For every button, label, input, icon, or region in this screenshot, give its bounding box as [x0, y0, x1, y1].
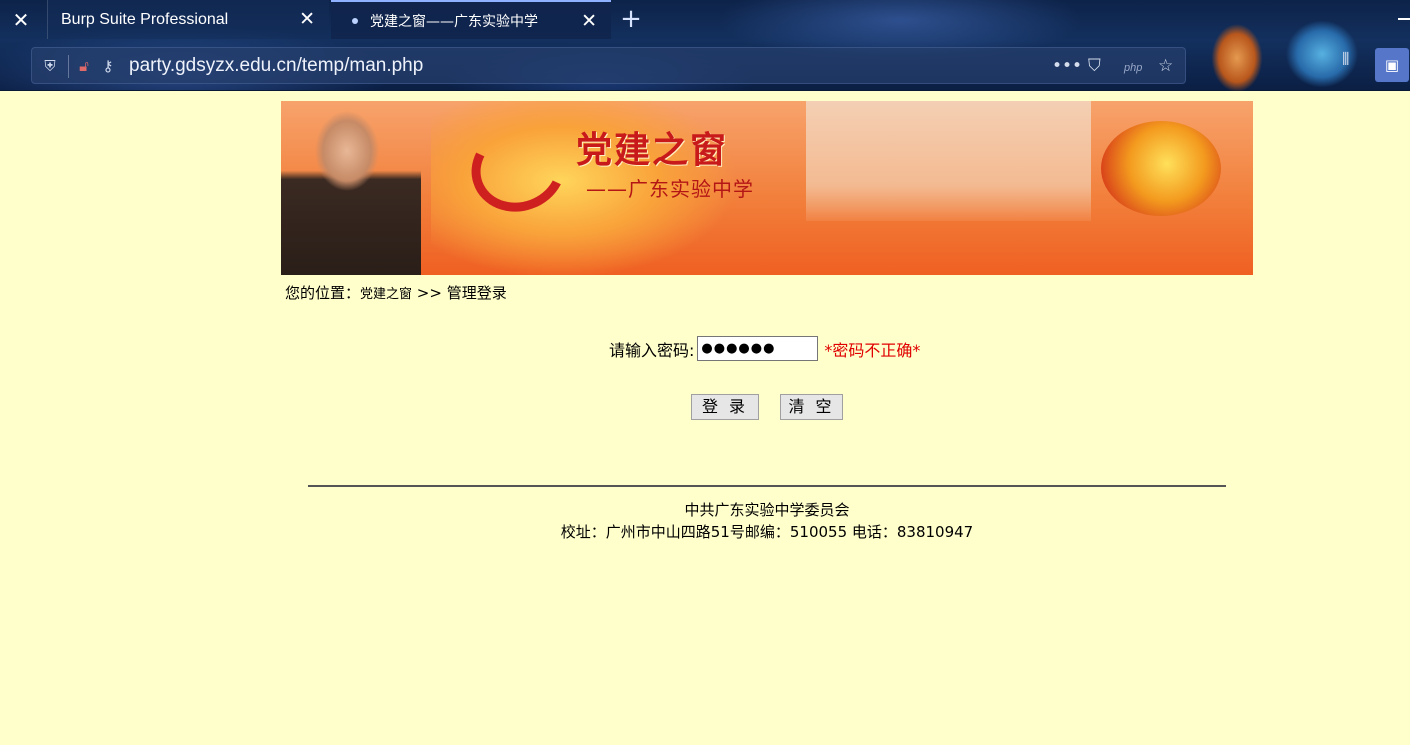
site-banner: 党建之窗 ——广东实验中学 [281, 101, 1253, 275]
password-label: 请输入密码: [609, 340, 695, 360]
tab-close-icon[interactable]: ✕ [299, 8, 315, 30]
tab-close-icon[interactable]: ✕ [581, 10, 597, 32]
new-tab-icon[interactable]: + [618, 5, 644, 33]
breadcrumb-separator: >> [412, 284, 447, 302]
banner-title: 党建之窗 [576, 129, 729, 171]
insecure-lock-icon[interactable]: 🔓︎ [74, 56, 94, 76]
url-text[interactable]: party.gdsyzx.edu.cn/temp/man.php [129, 55, 423, 77]
tab-loading-icon [352, 17, 358, 24]
breadcrumb: 您的位置：党建之窗 >> 管理登录 [285, 282, 507, 303]
party-emblem-icon [1101, 121, 1221, 216]
password-row: 请输入密码: ●●●●●● *密码不正确* [609, 336, 920, 361]
pocket-icon[interactable]: ⛉ [1088, 56, 1101, 76]
browser-chrome: ✕ Burp Suite Professional ✕ 党建之窗——广东实验中学… [0, 0, 1410, 91]
banner-calligraphy [806, 101, 1091, 221]
close-icon[interactable]: ✕ [10, 9, 32, 31]
bookmark-star-icon[interactable]: ☆ [1158, 56, 1173, 76]
footer-address: 校址：广州市中山四路51号邮编：510055 电话：83810947 [560, 523, 974, 541]
breadcrumb-prefix: 您的位置： [285, 284, 361, 302]
tab-party-site[interactable]: 党建之窗——广东实验中学 ✕ [331, 0, 611, 39]
key-icon[interactable]: ⚷ [98, 56, 118, 76]
more-actions-icon[interactable]: ••• [1052, 56, 1082, 76]
tab-burp-suite[interactable]: Burp Suite Professional ✕ [47, 0, 329, 39]
php-badge[interactable]: php [1124, 58, 1142, 78]
tab-label: Burp Suite Professional [61, 10, 229, 28]
banner-portrait [281, 101, 421, 275]
footer-divider [308, 485, 1226, 487]
minimize-icon[interactable] [1398, 18, 1410, 20]
sidebar-toggle-icon[interactable]: ▣ [1375, 48, 1409, 82]
password-error-message: *密码不正确* [824, 340, 921, 360]
breadcrumb-current: 管理登录 [446, 284, 507, 302]
footer-organization: 中共广东实验中学委员会 [684, 501, 850, 519]
password-input[interactable]: ●●●●●● [697, 336, 819, 361]
library-icon[interactable]: ⦀ [1342, 50, 1349, 70]
url-divider [68, 55, 69, 78]
tab-label: 党建之窗——广东实验中学 [370, 13, 538, 30]
breadcrumb-home-link[interactable]: 党建之窗 [360, 287, 412, 302]
address-bar[interactable]: ⛨ 🔓︎ ⚷ party.gdsyzx.edu.cn/temp/man.php … [31, 47, 1186, 84]
clear-button[interactable]: 清 空 [780, 394, 843, 420]
banner-subtitle: ——广东实验中学 [586, 177, 754, 201]
shield-icon[interactable]: ⛨ [40, 56, 60, 76]
login-button[interactable]: 登 录 [691, 394, 759, 420]
